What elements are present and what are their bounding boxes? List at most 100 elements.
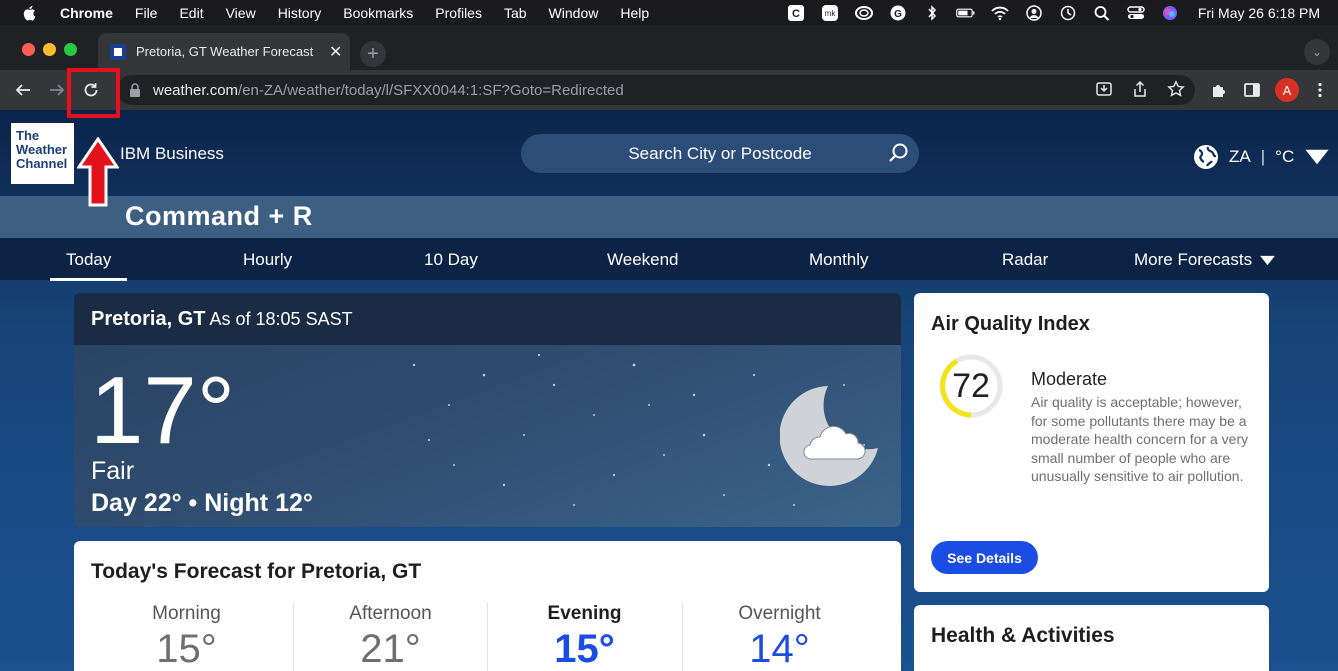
locale-unit: °C	[1275, 147, 1295, 166]
bookmark-star-icon[interactable]	[1167, 80, 1185, 98]
menu-view[interactable]: View	[226, 5, 256, 21]
g-app-icon[interactable]: G	[888, 5, 908, 21]
new-tab-button[interactable]: +	[360, 41, 386, 67]
tab-title: Pretoria, GT Weather Forecast	[136, 44, 314, 59]
nav-more-forecasts[interactable]: More Forecasts	[1134, 250, 1276, 270]
spotlight-search-icon[interactable]	[1092, 5, 1112, 21]
nav-tab-monthly[interactable]: Monthly	[809, 250, 869, 270]
period-label: Overnight	[738, 603, 821, 624]
current-location: Pretoria, GT	[91, 308, 206, 330]
wifi-icon[interactable]	[990, 5, 1010, 21]
browser-tab-strip: Pretoria, GT Weather Forecast ✕ + ⌄	[0, 25, 1338, 70]
forecast-period-afternoon[interactable]: Afternoon 21°	[293, 603, 488, 671]
profile-avatar[interactable]: A	[1275, 78, 1299, 102]
tab-close-icon[interactable]: ✕	[329, 42, 342, 62]
weather-page: The Weather Channel IBM Business Search …	[0, 110, 1338, 671]
logo-line-3: Channel	[16, 156, 68, 171]
status-area: C mk G Fri May 26 6:18 PM	[786, 0, 1320, 25]
current-conditions-header: Pretoria, GT As of 18:05 SAST	[74, 293, 901, 345]
menu-window[interactable]: Window	[549, 5, 599, 21]
period-temp: 15°	[554, 627, 615, 671]
reload-highlight-box	[67, 68, 120, 118]
search-input[interactable]: Search City or Postcode	[521, 134, 919, 173]
siri-icon[interactable]	[1160, 5, 1180, 21]
todays-forecast-title: Today's Forecast for Pretoria, GT	[91, 560, 422, 583]
back-arrow-icon[interactable]	[12, 79, 34, 101]
current-temperature: 17°	[90, 357, 236, 464]
shortcut-caption-band: Command + R	[0, 196, 1338, 238]
menu-file[interactable]: File	[135, 5, 158, 21]
ibm-business-label: IBM Business	[120, 144, 224, 163]
air-quality-card: Air Quality Index 72 Moderate Air qualit…	[914, 293, 1269, 592]
menu-app-chrome[interactable]: Chrome	[60, 5, 113, 21]
user-account-icon[interactable]	[1024, 4, 1044, 21]
chrome-menu-kebab-icon[interactable]	[1309, 79, 1331, 101]
lock-icon[interactable]	[129, 83, 141, 97]
grammarly-icon[interactable]: C	[786, 4, 806, 21]
period-temp: 14°	[749, 627, 810, 671]
aqi-category: Moderate	[1031, 369, 1108, 389]
search-placeholder: Search City or Postcode	[628, 143, 812, 163]
svg-text:G: G	[894, 9, 902, 20]
locale-selector[interactable]: ZA | °C	[1193, 144, 1330, 170]
nav-tab-10-day[interactable]: 10 Day	[424, 250, 478, 270]
period-label: Evening	[547, 603, 622, 624]
menu-history[interactable]: History	[278, 5, 322, 21]
forward-arrow-icon[interactable]	[46, 79, 68, 101]
forecast-period-morning[interactable]: Morning 15°	[89, 603, 284, 671]
nav-tab-hourly[interactable]: Hourly	[243, 250, 292, 270]
health-activities-card: Health & Activities	[914, 605, 1269, 671]
menu-profiles[interactable]: Profiles	[435, 5, 482, 21]
extensions-puzzle-icon[interactable]	[1208, 79, 1230, 101]
globe-icon	[1194, 145, 1218, 169]
locale-country: ZA	[1229, 147, 1251, 166]
current-conditions-card: Pretoria, GT As of 18:05 SAST 17° Fair D…	[74, 293, 901, 527]
window-minimize-button[interactable]	[43, 43, 56, 56]
install-app-icon[interactable]	[1095, 80, 1113, 98]
battery-icon[interactable]	[956, 5, 976, 21]
partly-cloudy-night-icon	[780, 386, 878, 486]
window-fullscreen-button[interactable]	[64, 43, 77, 56]
forecast-period-overnight[interactable]: Overnight 14°	[682, 603, 877, 671]
locale-separator: |	[1260, 147, 1266, 166]
current-phrase: Fair	[91, 457, 135, 485]
svg-text:mk: mk	[825, 9, 837, 18]
menubar-clock[interactable]: Fri May 26 6:18 PM	[1198, 5, 1320, 21]
share-icon[interactable]	[1131, 80, 1149, 98]
bluetooth-icon[interactable]	[922, 4, 942, 21]
apple-menu-icon[interactable]	[22, 5, 38, 21]
nav-more-forecasts-label: More Forecasts	[1134, 250, 1253, 269]
nav-tab-weekend[interactable]: Weekend	[607, 250, 679, 270]
search-icon[interactable]	[887, 142, 909, 164]
todays-forecast-card: Today's Forecast for Pretoria, GT Mornin…	[74, 541, 901, 671]
red-arrow-up-icon	[77, 137, 119, 207]
mk-app-icon[interactable]: mk	[820, 4, 840, 21]
period-temp: 15°	[156, 627, 217, 671]
aqi-title: Air Quality Index	[931, 313, 1090, 335]
day-night-temps: Day 22° • Night 12°	[91, 489, 313, 517]
menu-bookmarks[interactable]: Bookmarks	[343, 5, 413, 21]
chevron-down-icon	[1260, 255, 1275, 265]
time-machine-icon[interactable]	[1058, 5, 1078, 21]
weather-channel-logo[interactable]: The Weather Channel	[11, 123, 74, 184]
aqi-description: Air quality is acceptable; however, for …	[1031, 394, 1249, 484]
address-bar[interactable]: weather.com/en-ZA/weather/today/l/SFXX00…	[117, 75, 1195, 105]
browser-toolbar: weather.com/en-ZA/weather/today/l/SFXX00…	[0, 70, 1338, 110]
url-path: /en-ZA/weather/today/l/SFXX0044:1:SF?Got…	[238, 81, 624, 99]
forecast-period-evening[interactable]: Evening 15°	[487, 603, 682, 671]
nav-tab-radar[interactable]: Radar	[1002, 250, 1048, 270]
url-text: weather.com/en-ZA/weather/today/l/SFXX00…	[153, 82, 624, 99]
control-center-icon[interactable]	[1126, 5, 1146, 21]
creative-cloud-icon[interactable]	[854, 5, 874, 21]
see-details-button[interactable]: See Details	[931, 541, 1038, 574]
window-close-button[interactable]	[22, 43, 35, 56]
active-tab[interactable]: Pretoria, GT Weather Forecast ✕	[98, 33, 350, 70]
health-activities-title: Health & Activities	[931, 624, 1115, 647]
menu-help[interactable]: Help	[620, 5, 649, 21]
menu-tab[interactable]: Tab	[504, 5, 527, 21]
chevron-down-icon	[1305, 149, 1329, 165]
side-panel-icon[interactable]	[1241, 79, 1263, 101]
tab-search-chevron-icon[interactable]: ⌄	[1304, 39, 1330, 65]
menu-edit[interactable]: Edit	[179, 5, 203, 21]
nav-tab-today[interactable]: Today	[49, 250, 128, 281]
